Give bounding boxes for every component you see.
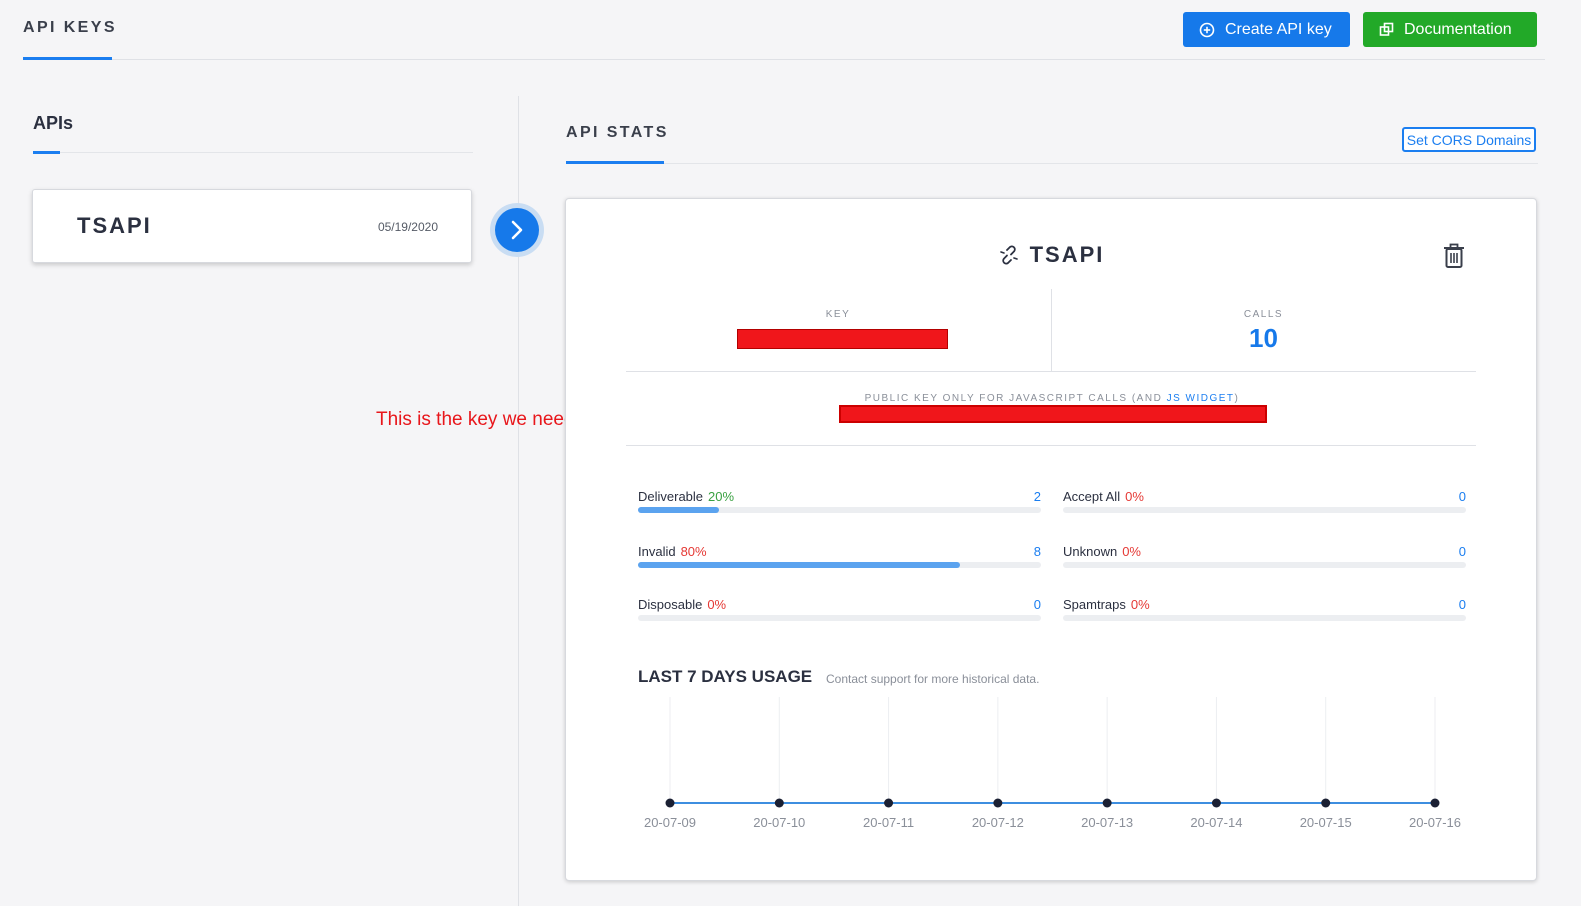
api-item-name: TSAPI: [77, 213, 152, 238]
usage-heading: LAST 7 DAYS USAGE: [638, 667, 813, 686]
api-stats-heading: API STATS: [566, 124, 669, 141]
metric-percentage: 0%: [1130, 597, 1150, 612]
metric-percentage: 80%: [680, 544, 707, 559]
metric-count: 0: [1033, 597, 1041, 612]
metric-count: 8: [1033, 544, 1041, 559]
calls-label: CALLS: [1243, 309, 1284, 320]
usage-subtitle: Contact support for more historical data…: [826, 672, 1040, 686]
documentation-button[interactable]: Documentation: [1363, 12, 1537, 47]
metric-progress-track: [638, 562, 1041, 568]
metric-deliverable: Deliverable 20% 2: [638, 489, 1041, 529]
apis-heading: APIs: [33, 113, 74, 133]
api-item-date: 05/19/2020: [377, 220, 438, 234]
public-key-label-end: ): [1234, 393, 1240, 404]
metric-disposable: Disposable 0% 0: [638, 597, 1041, 637]
chart-point[interactable]: [774, 798, 784, 808]
chart-point[interactable]: [665, 798, 675, 808]
metric-percentage: 0%: [1125, 489, 1144, 504]
annotation-label: This is the key we need: [376, 409, 575, 430]
metric-name: Deliverable: [638, 489, 704, 504]
metric-label: Disposable 0%: [638, 597, 726, 612]
stats-heading-indicator: [566, 161, 664, 164]
chart-x-tick-label: 20-07-14: [1190, 815, 1242, 830]
delete-api-button[interactable]: [1442, 243, 1466, 274]
metric-label: Spamtraps 0%: [1063, 597, 1150, 612]
chart-x-tick-label: 20-07-12: [972, 815, 1024, 830]
chart-x-tick-label: 20-07-16: [1409, 815, 1461, 830]
chart-x-tick-label: 20-07-10: [753, 815, 805, 830]
stats-divider: [566, 163, 1538, 164]
metric-count: 0: [1458, 489, 1466, 504]
metric-progress-track: [638, 507, 1041, 513]
api-stats-card: TSAPI KEY CALLS 10 PUBLIC KEY ONLY FOR J…: [565, 198, 1537, 881]
public-key-label-text: PUBLIC KEY ONLY FOR JAVASCRIPT CALLS (AN…: [864, 393, 1167, 404]
metric-progress-track: [638, 615, 1041, 621]
chart-x-tick-label: 20-07-15: [1300, 815, 1352, 830]
metric-progress-fill: [638, 562, 961, 568]
active-tab-indicator: [23, 57, 112, 60]
chart-x-tick-label: 20-07-11: [863, 815, 914, 830]
chart-point[interactable]: [1211, 798, 1221, 808]
metric-name: Spamtraps: [1063, 597, 1126, 612]
api-list-item[interactable]: TSAPI 05/19/2020: [32, 189, 472, 263]
js-widget-link[interactable]: JS WIDGET: [1167, 393, 1235, 404]
chart-x-tick-label: 20-07-09: [644, 815, 696, 830]
metric-unknown: Unknown 0% 0: [1063, 544, 1466, 584]
metric-count: 0: [1458, 597, 1466, 612]
chart-point[interactable]: [1102, 798, 1112, 808]
chart-point[interactable]: [1321, 798, 1331, 808]
metric-count: 2: [1033, 489, 1041, 504]
trash-icon: [1444, 243, 1464, 268]
metric-progress-track: [1063, 615, 1466, 621]
metric-name: Unknown: [1063, 544, 1118, 559]
api-title: TSAPI: [566, 242, 1536, 268]
set-cors-domains-button[interactable]: Set CORS Domains: [1402, 127, 1536, 152]
metric-count: 0: [1458, 544, 1466, 559]
metric-progress-track: [1063, 562, 1466, 568]
create-api-key-label: Create API key: [1225, 20, 1332, 38]
chart-x-tick-label: 20-07-13: [1081, 815, 1133, 830]
apis-heading-indicator: [33, 151, 60, 154]
metric-name: Invalid: [638, 544, 676, 559]
calls-value: 10: [1249, 323, 1278, 353]
metric-accept-all: Accept All 0% 0: [1063, 489, 1466, 529]
apis-divider: [33, 152, 473, 153]
documentation-label: Documentation: [1404, 20, 1512, 38]
chevron-right-icon: [511, 220, 523, 240]
metric-spamtraps: Spamtraps 0% 0: [1063, 597, 1466, 637]
chart-point[interactable]: [1430, 798, 1440, 808]
metric-invalid: Invalid 80% 8: [638, 544, 1041, 584]
chart-point[interactable]: [993, 798, 1003, 808]
link-icon: [999, 245, 1018, 265]
metric-label: Invalid 80%: [638, 544, 707, 559]
metric-progress-fill: [638, 507, 719, 513]
key-label: KEY: [825, 309, 851, 320]
key-value-redacted: [737, 329, 948, 349]
top-bar: API KEYS Create API key Documentation: [23, 0, 1545, 60]
public-key-value-redacted: [839, 405, 1267, 423]
metric-progress-track: [1063, 507, 1466, 513]
chart-point[interactable]: [884, 798, 894, 808]
api-title-text: TSAPI: [1029, 242, 1105, 267]
create-api-key-button[interactable]: Create API key: [1183, 12, 1350, 47]
metric-label: Unknown 0%: [1063, 544, 1141, 559]
metric-percentage: 0%: [707, 597, 727, 612]
metric-name: Accept All: [1063, 489, 1121, 504]
metric-name: Disposable: [638, 597, 703, 612]
external-link-icon: [1379, 22, 1394, 36]
metric-label: Deliverable 20%: [638, 489, 734, 504]
metric-percentage: 0%: [1122, 544, 1141, 559]
usage-line-chart: 20-07-09 20-07-10 20-07-11 20-07-12 20-07-13…: [644, 697, 1461, 830]
open-api-button[interactable]: [490, 203, 544, 257]
key-section-divider: [626, 371, 1476, 372]
public-key-divider: [626, 445, 1476, 446]
public-key-label: PUBLIC KEY ONLY FOR JAVASCRIPT CALLS (AN…: [566, 393, 1538, 404]
plus-circle-icon: [1199, 22, 1215, 37]
metric-label: Accept All 0%: [1063, 489, 1144, 504]
tab-api-keys[interactable]: API KEYS: [23, 19, 117, 37]
metric-percentage: 20%: [708, 489, 735, 504]
